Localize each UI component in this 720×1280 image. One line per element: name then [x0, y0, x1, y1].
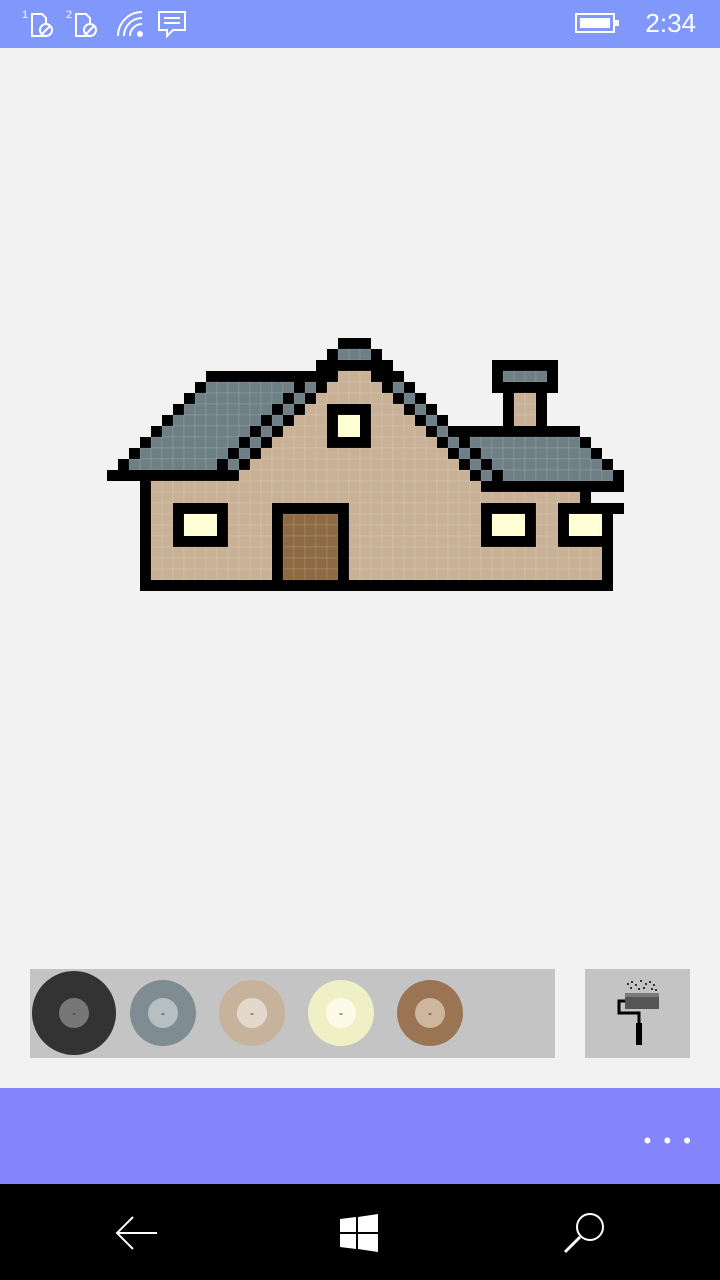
more-options-button[interactable]: • • •: [644, 1128, 694, 1154]
color-swatch-cream[interactable]: -: [308, 980, 374, 1046]
pixel-art-house[interactable]: [0, 48, 720, 953]
sim1-no-signal-icon: 1: [22, 9, 53, 37]
status-time: 2:34: [645, 8, 696, 38]
sim1-label: 1: [22, 9, 28, 21]
start-button[interactable]: [335, 1208, 385, 1258]
status-bar: 1 2 2:34: [0, 0, 720, 48]
battery-icon: [575, 13, 619, 33]
search-icon: [563, 1213, 604, 1254]
sim2-label: 2: [66, 9, 72, 21]
color-swatch-black[interactable]: -: [32, 971, 116, 1055]
wifi-icon: [117, 11, 143, 37]
windows-start-icon: [340, 1214, 378, 1252]
color-swatch-label: -: [237, 998, 267, 1028]
paint-roller-icon: [617, 980, 659, 1045]
paint-roller-button[interactable]: [585, 969, 690, 1058]
color-swatch-tan[interactable]: -: [219, 980, 285, 1046]
color-swatch-brown[interactable]: -: [397, 980, 463, 1046]
color-swatch-label: -: [59, 998, 89, 1028]
back-arrow-icon: [115, 1216, 157, 1250]
message-icon: [158, 11, 186, 39]
color-swatch-label: -: [148, 998, 178, 1028]
color-swatch-slate[interactable]: -: [130, 980, 196, 1046]
back-button[interactable]: [111, 1208, 161, 1258]
navigation-bar: [0, 1184, 720, 1280]
sim2-no-signal-icon: 2: [66, 9, 97, 37]
color-palette: -----: [30, 969, 555, 1058]
app-bar: • • •: [0, 1088, 720, 1184]
search-button[interactable]: [559, 1208, 609, 1258]
color-swatch-label: -: [326, 998, 356, 1028]
color-swatch-label: -: [415, 998, 445, 1028]
drawing-canvas[interactable]: [0, 48, 720, 953]
